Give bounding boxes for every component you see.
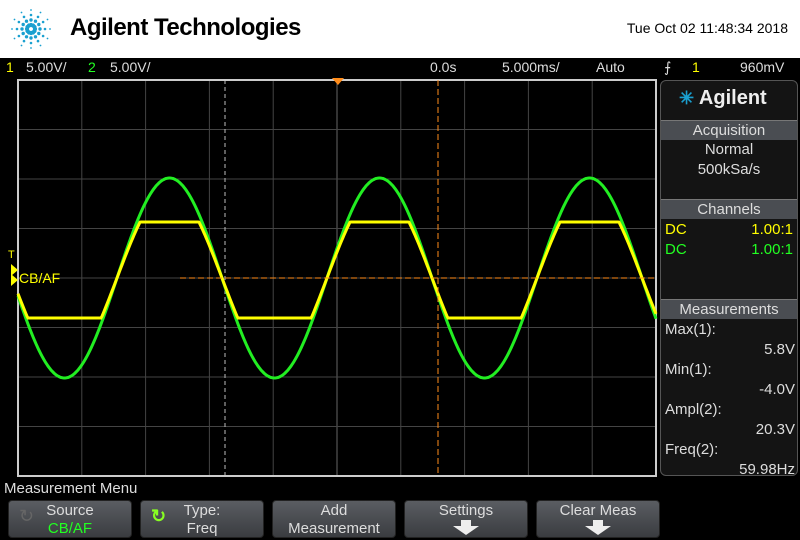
measurements-header[interactable]: Measurements: [661, 299, 797, 319]
channels-header[interactable]: Channels: [661, 199, 797, 219]
horizontal-delay[interactable]: 0.0s: [430, 59, 456, 75]
measurement-label: Freq(2):: [665, 441, 719, 458]
acquisition-mode: Normal: [704, 141, 754, 158]
brand-name: Agilent Technologies: [70, 14, 301, 41]
down-arrow-icon: [453, 520, 479, 535]
channel-2-row: DC 1.00:1: [665, 241, 793, 258]
measurement-value: -4.0V: [759, 381, 795, 398]
measurement-label: Min(1):: [665, 361, 712, 378]
source-softkey[interactable]: ↻ Source CB/AF: [8, 500, 132, 538]
measurement-value: 59.98Hz: [739, 461, 795, 478]
ch2-number[interactable]: 2: [88, 59, 96, 75]
datetime: Tue Oct 02 11:48:34 2018: [626, 20, 788, 36]
add-measurement-softkey[interactable]: Add Measurement: [272, 500, 396, 538]
side-logo: ✳ Agilent: [679, 87, 767, 109]
trigger-source[interactable]: 1: [692, 59, 700, 75]
agilent-spark-icon: ✳: [679, 88, 695, 108]
acquisition-header[interactable]: Acquisition: [661, 120, 797, 140]
rotate-knob-icon: ↻: [19, 506, 35, 526]
waveform-display[interactable]: T CB/AF: [0, 78, 660, 478]
ch1-number[interactable]: 1: [6, 59, 14, 75]
type-softkey[interactable]: ↻ Type: Freq: [140, 500, 264, 538]
ch2-scale[interactable]: 5.00V/: [110, 59, 150, 75]
trigger-position-marker[interactable]: [332, 78, 344, 85]
settings-softkey[interactable]: Settings: [404, 500, 528, 538]
trigger-mode[interactable]: Auto: [596, 59, 625, 75]
rising-edge-icon: ⨍: [664, 59, 672, 75]
ch1-scale[interactable]: 5.00V/: [26, 59, 66, 75]
sample-rate: 500kSa/s: [697, 161, 761, 178]
measurement-value: 5.8V: [764, 341, 795, 358]
agilent-spark-logo-icon: [11, 9, 51, 49]
side-panel: ✳ Agilent Acquisition Normal 500kSa/s Ch…: [660, 80, 798, 478]
trigger-level[interactable]: 960mV: [740, 59, 784, 75]
measurement-label: Max(1):: [665, 321, 716, 338]
header: Agilent Technologies Tue Oct 02 11:48:34…: [0, 0, 800, 58]
clear-meas-softkey[interactable]: Clear Meas: [536, 500, 660, 538]
ch2-ground-marker[interactable]: [11, 274, 18, 286]
ground-label: CB/AF: [19, 270, 60, 286]
timebase[interactable]: 5.000ms/: [502, 59, 560, 75]
measurement-value: 20.3V: [755, 421, 795, 438]
ch1-ground-marker[interactable]: [11, 264, 18, 276]
status-bar: 1 5.00V/ 2 5.00V/ 0.0s 5.000ms/ Auto ⨍ 1…: [0, 58, 800, 78]
menu-title: Measurement Menu: [4, 480, 138, 497]
rotate-knob-icon: ↻: [151, 506, 167, 526]
channel-1-row: DC 1.00:1: [665, 221, 793, 238]
measurement-label: Ampl(2):: [665, 401, 722, 418]
down-arrow-icon: [585, 520, 611, 535]
trigger-level-marker: T: [8, 249, 15, 261]
